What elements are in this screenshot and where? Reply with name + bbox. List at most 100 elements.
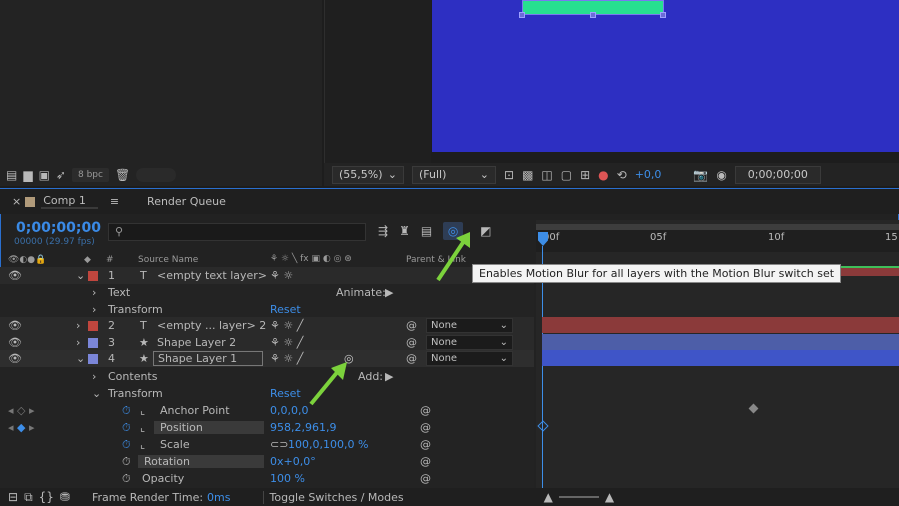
region-of-interest-icon[interactable]: ⊡ — [504, 168, 514, 182]
interpret-footage-icon[interactable]: ▤ — [6, 168, 17, 182]
viewer-timecode[interactable]: 0;00;00;00 — [734, 165, 821, 184]
layer-row[interactable]: 👁 › 3 ★ Shape Layer 2 ⚘ ☼ ╱ @ None ⌄ — [0, 334, 534, 351]
zoom-out-icon[interactable]: ▲ — [544, 490, 553, 504]
label-color-swatch[interactable] — [88, 353, 98, 364]
add-menu-icon[interactable]: ▶ — [385, 370, 393, 383]
render-time-icon[interactable]: ⛃ — [60, 490, 70, 504]
pick-whip-icon[interactable]: @ — [406, 336, 417, 349]
expand-arrow-icon[interactable]: › — [92, 303, 96, 316]
show-snapshot-icon[interactable]: ◉ — [716, 168, 726, 182]
keyframe-nav-icon[interactable]: ◂ ◇ ▸ — [8, 404, 35, 417]
label-color-swatch[interactable] — [88, 270, 98, 281]
eye-icon[interactable]: 👁 — [8, 336, 22, 349]
new-folder-icon[interactable]: ▆ — [23, 168, 32, 182]
stopwatch-icon[interactable]: ⏱ — [122, 421, 131, 435]
render-icon[interactable]: ➶ — [56, 168, 66, 182]
label-color-swatch[interactable] — [88, 320, 98, 331]
parent-dropdown[interactable]: None ⌄ — [426, 351, 513, 366]
property-row[interactable]: › Contents Add: ▶ — [0, 368, 534, 385]
layer-duration-bar[interactable] — [542, 350, 899, 366]
expand-arrow-icon[interactable]: › — [92, 286, 96, 299]
expression-pick-icon[interactable]: @ — [420, 472, 431, 485]
new-composition-icon[interactable]: ▣ — [39, 168, 50, 182]
trash-icon[interactable]: 🗑 — [115, 168, 130, 182]
layer-row[interactable]: 👁 › 2 T <empty ... layer> 2 ⚘ ☼ ╱ @ None… — [0, 317, 534, 334]
eye-icon[interactable]: 👁 — [8, 269, 22, 282]
graph-icon[interactable]: ⌞ — [140, 404, 145, 417]
tab-comp-1[interactable]: Comp 1 — [41, 194, 98, 209]
transfer-controls-icon[interactable]: ⧉ — [24, 490, 33, 505]
graph-editor-icon[interactable]: ◩ — [480, 224, 491, 238]
collapse-arrow-icon[interactable]: ⌄ — [76, 352, 85, 365]
expression-pick-icon[interactable]: @ — [420, 455, 431, 468]
stopwatch-icon[interactable]: ⏱ — [122, 455, 131, 469]
layer-switches-icon[interactable]: ⚘ ☼ ╱ — [270, 319, 303, 332]
property-row[interactable]: › Transform Reset — [0, 301, 534, 318]
grid-icon[interactable]: ⊞ — [580, 168, 590, 182]
close-icon[interactable]: × — [0, 195, 25, 208]
layer-switches-icon[interactable]: ⚘ ☼ — [270, 269, 293, 282]
collapse-arrow-icon[interactable]: ⌄ — [76, 269, 85, 282]
graph-icon[interactable]: ⌞ — [140, 438, 145, 451]
layer-switches-icon[interactable]: ⚘ ☼ ╱ — [270, 336, 303, 349]
property-value[interactable]: 0x+0,0° — [270, 455, 316, 468]
property-row[interactable]: ⌄ Transform Reset — [0, 385, 534, 402]
eye-icon[interactable]: 👁 — [8, 319, 22, 332]
transform-handle[interactable] — [519, 12, 525, 18]
expand-arrow-icon[interactable]: › — [76, 319, 80, 332]
expand-layer-switches-icon[interactable]: ⊟ — [8, 490, 18, 504]
reset-link[interactable]: Reset — [270, 303, 301, 316]
toggle-switches-modes-button[interactable]: Toggle Switches / Modes — [262, 490, 404, 504]
mask-visibility-icon[interactable]: ◫ — [541, 168, 552, 182]
property-value[interactable]: 100 % — [270, 472, 305, 485]
keyframe-nav-icon[interactable]: ◂ ◆ ▸ — [8, 421, 35, 434]
label-color-swatch[interactable] — [88, 337, 98, 348]
draft-3d-icon[interactable]: ♜ — [399, 224, 410, 238]
transform-handle[interactable] — [590, 12, 596, 18]
current-time-display[interactable]: 0;00;00;00 — [16, 220, 101, 236]
property-row[interactable]: ⏱ Opacity 100 % @ — [0, 470, 534, 487]
pick-whip-icon[interactable]: @ — [406, 352, 417, 365]
layer-switches-icon[interactable]: ⚘ ☼ ╱ — [270, 352, 303, 365]
property-row[interactable]: ⏱ Rotation 0x+0,0° @ — [0, 453, 534, 470]
expression-pick-icon[interactable]: @ — [420, 404, 431, 417]
zoom-slider[interactable] — [558, 496, 599, 498]
menu-icon[interactable]: ≡ — [98, 195, 131, 208]
bit-depth-button[interactable]: 8 bpc — [71, 167, 109, 182]
layer-name-editing[interactable]: Shape Layer 1 — [153, 351, 263, 366]
tab-render-queue[interactable]: Render Queue — [131, 195, 238, 208]
composition-canvas[interactable] — [432, 0, 899, 152]
constrain-link-icon[interactable]: ⊂⊃ — [270, 438, 288, 451]
in-out-icon[interactable]: {} — [39, 490, 54, 504]
guides-icon[interactable]: ▢ — [561, 168, 572, 182]
layer-duration-bar[interactable] — [542, 334, 899, 350]
comp-mini-flowchart-icon[interactable]: ⇶ — [378, 224, 388, 238]
eye-icon[interactable]: 👁 — [8, 352, 22, 365]
color-channels-icon[interactable]: ● — [598, 168, 608, 182]
expression-pick-icon[interactable]: @ — [420, 438, 431, 451]
property-value[interactable]: 0,0,0,0 — [270, 404, 308, 417]
reset-link[interactable]: Reset — [270, 387, 301, 400]
transform-handle[interactable] — [660, 12, 666, 18]
property-row[interactable]: ◂ ◇ ▸ ⏱ ⌞ Anchor Point 0,0,0,0 @ — [0, 402, 534, 419]
stopwatch-icon[interactable]: ⏱ — [122, 404, 131, 418]
layer-duration-bar[interactable] — [542, 317, 899, 333]
zoom-in-icon[interactable]: ▲ — [605, 490, 614, 504]
parent-dropdown[interactable]: None ⌄ — [426, 335, 513, 350]
stopwatch-icon[interactable]: ⏱ — [122, 472, 131, 486]
resolution-dropdown[interactable]: (Full) ⌄ — [412, 165, 496, 184]
collapse-arrow-icon[interactable]: ⌄ — [92, 387, 101, 400]
thumbnail-slider[interactable] — [136, 167, 177, 182]
property-value[interactable]: 100,0,100,0 % — [288, 438, 368, 451]
zoom-dropdown[interactable]: (55,5%) ⌄ — [332, 165, 404, 184]
exposure-reset-icon[interactable]: ⟲ — [617, 168, 627, 182]
expand-arrow-icon[interactable]: › — [92, 370, 96, 383]
animate-menu-icon[interactable]: ▶ — [385, 286, 393, 299]
property-value[interactable]: 958,2,961,9 — [270, 421, 336, 434]
exposure-value[interactable]: +0,0 — [635, 168, 662, 181]
layer-name[interactable]: <empty ... layer> 2 — [157, 319, 266, 332]
layer-row-selected[interactable]: 👁 ⌄ 4 ★ Shape Layer 1 ⚘ ☼ ╱ ◎ @ None ⌄ — [0, 350, 534, 367]
parent-dropdown[interactable]: None ⌄ — [426, 318, 513, 333]
source-name-header[interactable]: Source Name — [138, 255, 198, 265]
expression-pick-icon[interactable]: @ — [420, 421, 431, 434]
